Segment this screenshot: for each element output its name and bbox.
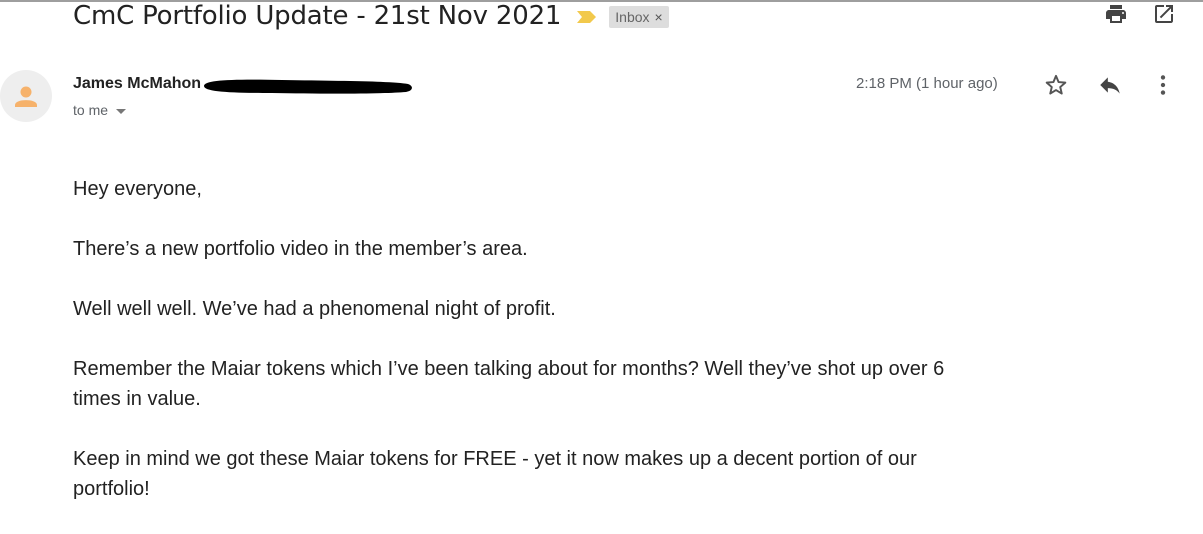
person-avatar-icon [15, 86, 37, 107]
redaction-mark [204, 79, 412, 94]
sender-row: James McMahon [73, 72, 414, 96]
sender-name[interactable]: James McMahon [73, 75, 201, 93]
inbox-label-chip[interactable]: Inbox × [609, 6, 669, 28]
sender-avatar[interactable] [0, 70, 52, 122]
caret-down-icon [116, 108, 127, 114]
body-paragraph: Remember the Maiar tokens which I’ve bee… [73, 358, 945, 410]
print-icon[interactable] [1104, 2, 1128, 26]
body-paragraph: Well well well. We’ve had a phenomenal n… [73, 298, 556, 320]
email-timestamp: 2:18 PM (1 hour ago) [856, 75, 998, 92]
reply-icon[interactable] [1097, 72, 1123, 98]
subject-row: CmC Portfolio Update - 21st Nov 2021 Inb… [73, 0, 669, 38]
star-icon[interactable] [1043, 72, 1069, 98]
remove-label-button[interactable]: × [655, 9, 663, 25]
recipient-details-toggle[interactable]: to me [73, 99, 127, 121]
label-chip-text: Inbox [615, 9, 650, 25]
email-subject: CmC Portfolio Update - 21st Nov 2021 [73, 1, 562, 31]
open-in-new-window-icon[interactable] [1152, 2, 1176, 26]
body-paragraph: Keep in mind we got these Maiar tokens f… [73, 448, 917, 500]
body-paragraph: Hey everyone, [73, 178, 202, 200]
email-body: Hey everyone, There’s a new portfolio vi… [73, 174, 973, 534]
body-paragraph: There’s a new portfolio video in the mem… [73, 238, 528, 260]
more-vertical-icon[interactable] [1150, 72, 1176, 98]
importance-marker-icon[interactable] [577, 10, 597, 24]
recipient-text: to me [73, 102, 109, 118]
